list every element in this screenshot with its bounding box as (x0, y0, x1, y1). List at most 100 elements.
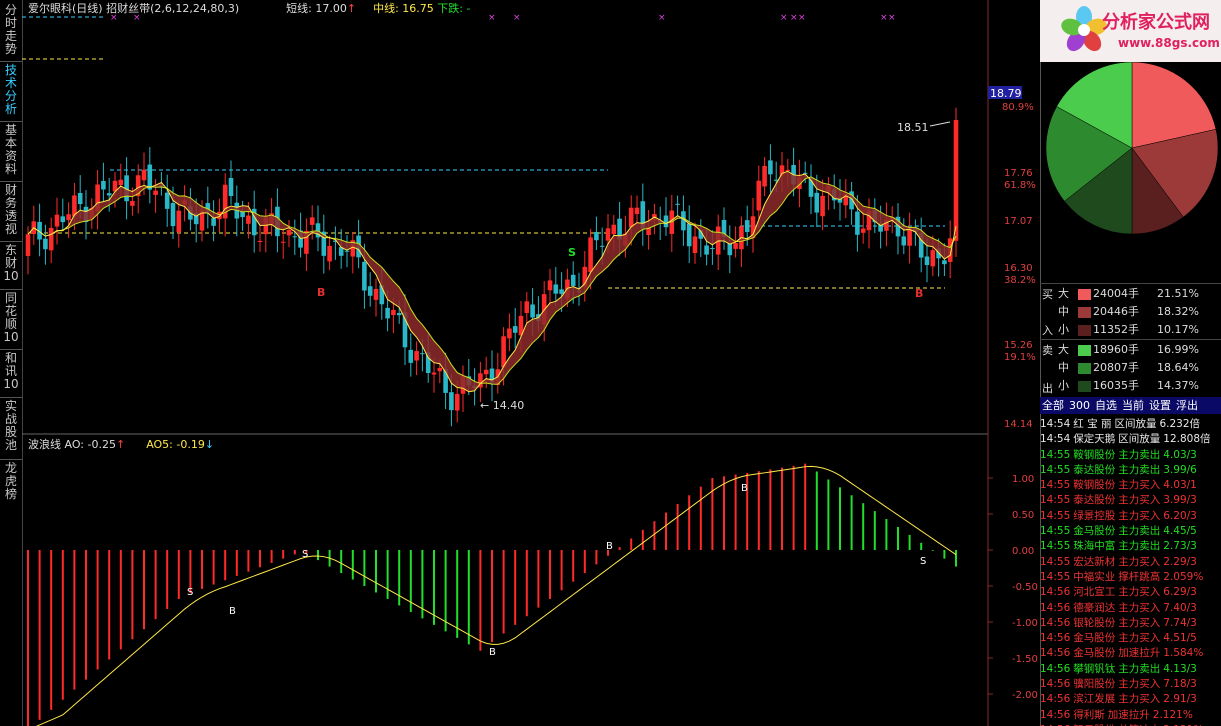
osc-axis-label: -1.00 (1012, 618, 1038, 629)
feed-value: 2.121% (1152, 708, 1193, 721)
feed-action: 主力买入 (1118, 678, 1161, 691)
indicator-name[interactable]: 招财丝带(2,6,12,24,80,3) (106, 2, 239, 15)
osc-signal: B (741, 483, 748, 494)
high-annotation: 18.51 (897, 121, 929, 134)
feed-action: 加速拉升 (1107, 708, 1150, 721)
feed-stock: 德豪润达 (1073, 601, 1116, 614)
percent-value: 21.51% (1157, 287, 1199, 300)
buy-row: 小 11352手 10.17% (1058, 321, 1220, 339)
feed-row[interactable]: 14:55 金马股份 主力卖出 4.45/5 (1040, 524, 1221, 539)
feed-row[interactable]: 14:55 泰达股份 主力买入 3.99/3 (1040, 493, 1221, 508)
feed-value: 4.51/5 (1163, 632, 1197, 645)
percent-value: 14.37% (1157, 379, 1199, 392)
feed-row[interactable]: 14:56 滨江发展 主力买入 2.91/3 (1040, 692, 1221, 707)
osc-name[interactable]: 波浪线 (28, 438, 61, 451)
candle-body (611, 224, 617, 235)
feed-row[interactable]: 14:56 德豪润达 主力买入 7.40/3 (1040, 601, 1221, 616)
chart-canvas[interactable]: × × × × × × × × × ×18.7980.9%17.7661.8%17.0716.30… (0, 0, 1040, 726)
toolbar-item-0[interactable]: 全部 (1042, 399, 1064, 412)
feed-time: 14:56 (1040, 632, 1071, 645)
feed-action: 主力买入 (1118, 632, 1161, 645)
feed-row[interactable]: 14:56 银轮股份 主力买入 7.74/3 (1040, 616, 1221, 631)
feed-row[interactable]: 14:55 泰达股份 主力卖出 3.99/6 (1040, 463, 1221, 478)
candle-body (553, 284, 559, 294)
stock-name[interactable]: 爱尔眼科(日线) (28, 2, 103, 15)
candle-body (953, 120, 959, 241)
feed-row[interactable]: 14:55 鞍钢股份 主力卖出 4.03/3 (1040, 448, 1221, 463)
feed-row[interactable]: 14:55 珠海中富 主力卖出 2.73/3 (1040, 539, 1221, 554)
oscillator-header: 波浪线 AO: -0.25↑ AO5: -0.19↓ (28, 436, 214, 452)
toolbar-item-3[interactable]: 当前 (1122, 399, 1144, 412)
candle-body (663, 215, 669, 228)
feed-row[interactable]: 14:56 河北宣工 主力买入 6.29/3 (1040, 585, 1221, 600)
feed-stock: 珠海中富 (1073, 540, 1116, 553)
feed-time: 14:56 (1040, 647, 1071, 660)
candle-body (25, 234, 31, 256)
ao-value: AO: -0.25 (64, 438, 116, 451)
feed-time: 14:56 (1040, 678, 1071, 691)
feed-row[interactable]: 14:56 金马股份 加速拉升 1.584% (1040, 646, 1221, 661)
feed-row[interactable]: 14:55 鞍钢股份 主力买入 4.03/1 (1040, 478, 1221, 493)
candle-body (367, 286, 373, 296)
feed-time: 14:54 (1040, 433, 1071, 446)
feed-row[interactable]: 14:55 宏达新材 主力买入 2.29/3 (1040, 555, 1221, 570)
candle-body (431, 372, 437, 375)
current-price: 18.79 (990, 87, 1022, 100)
candle-body (686, 223, 692, 247)
candle-body (164, 192, 170, 209)
feed-stock: 金马股份 (1073, 632, 1116, 645)
up-arrow-icon: ↑ (346, 2, 357, 15)
feed-row[interactable]: 14:56 攀钢钒钛 主力卖出 4.13/3 (1040, 662, 1221, 677)
candle-body (420, 353, 425, 355)
sell-label-2: 出 (1042, 382, 1053, 395)
candle-body (744, 220, 750, 233)
candle-body (727, 243, 733, 256)
candle-body (77, 192, 83, 205)
price-label: 14.14 (1004, 419, 1033, 430)
candle-body (454, 393, 460, 411)
feed-value: 4.45/5 (1163, 525, 1197, 538)
candle-body (530, 304, 535, 318)
toolbar-item-4[interactable]: 设置 (1149, 399, 1171, 412)
feed-row[interactable]: 14:56 骥阳股份 主力买入 7.18/3 (1040, 677, 1221, 692)
candle-body (130, 200, 135, 206)
candle-body (675, 203, 680, 205)
color-swatch (1078, 324, 1091, 336)
feed-row[interactable]: 14:56 得利斯 加速拉升 2.121% (1040, 708, 1221, 723)
volume-value: 18960手 (1093, 343, 1139, 356)
current-pct: 80.9% (1002, 102, 1034, 113)
candle-body (396, 313, 402, 316)
high-arrow (929, 121, 951, 127)
candle-body (628, 207, 634, 228)
feed-row[interactable]: 14:55 中福实业 撑杆跳高 2.059% (1040, 570, 1221, 585)
candle-body (60, 216, 66, 223)
candle-body (286, 229, 292, 236)
candle-body (176, 210, 182, 233)
feed-row[interactable]: 14:54 红 宝 丽区间放量 6.232倍 (1040, 417, 1221, 432)
feed-action: 加速拉升 (1118, 647, 1161, 660)
feed-row[interactable]: 14:56 金马股份 主力买入 4.51/5 (1040, 631, 1221, 646)
toolbar-item-2[interactable]: 自选 (1095, 399, 1117, 412)
feed-row[interactable]: 14:55 绿景控股 主力买入 6.20/3 (1040, 509, 1221, 524)
candle-body (733, 243, 738, 249)
buy-label-2: 入 (1042, 324, 1053, 337)
alert-feed[interactable]: 14:54 红 宝 丽区间放量 6.232倍 14:54 保定天鹅 区间放量 12.808倍… (1040, 417, 1221, 726)
candle-body (512, 326, 518, 333)
candle-body (66, 214, 71, 221)
feed-value: 4.03/3 (1163, 448, 1197, 461)
ao5-value: AO5: -0.19 (146, 438, 205, 451)
marker: × (488, 13, 496, 23)
price-label: 38.2% (1004, 275, 1036, 286)
feed-action: 撑杆跳高 (1118, 570, 1161, 583)
candle-body (547, 280, 553, 291)
percent-value: 16.99% (1157, 343, 1199, 356)
price-label: 16.30 (1004, 263, 1033, 274)
feed-action: 主力买入 (1118, 494, 1161, 507)
toolbar-item-1[interactable]: 300 (1069, 399, 1090, 412)
toolbar-item-5[interactable]: 浮出 (1176, 399, 1198, 412)
candle-body (524, 301, 530, 314)
sell-row: 大 18960手 16.99% (1058, 341, 1220, 359)
short-line-value: 短线: 17.00 (286, 2, 347, 15)
feed-row[interactable]: 14:54 保定天鹅 区间放量 12.808倍 (1040, 432, 1221, 447)
feed-action: 主力买入 (1118, 509, 1161, 522)
